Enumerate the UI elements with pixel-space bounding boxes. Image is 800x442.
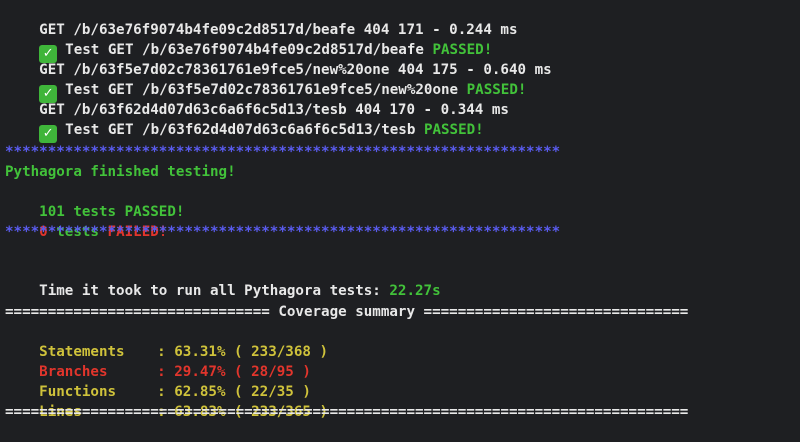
coverage-row-functions: Functions: 62.85% ( 22/35 )	[5, 362, 311, 400]
separator-line: ****************************************…	[5, 224, 561, 240]
timing-label: Time it took to run all Pythagora tests:	[39, 283, 381, 299]
timing-value: 22.27s	[389, 283, 441, 299]
coverage-row-statements: Statements: 63.31% ( 233/368 )	[5, 322, 328, 360]
terminal-window: GET /b/63e76f9074b4fe09c2d8517d/beafe 40…	[0, 0, 800, 421]
coverage-footer: ========================================…	[5, 404, 689, 420]
test-name: Test GET /b/63f62d4d07d63c6a6f6c5d13/tes…	[65, 122, 416, 138]
passed-summary: 101 tests PASSED!	[5, 182, 184, 220]
coverage-row-branches: Branches: 29.47% ( 28/95 )	[5, 342, 311, 380]
coverage-row-lines: Lines: 63.83% ( 233/365 )	[5, 382, 328, 420]
timing-line: Time it took to run all Pythagora tests:…	[5, 261, 440, 299]
test-result-line: ✓ Test GET /b/63f62d4d07d63c6a6f6c5d13/te…	[5, 100, 484, 143]
check-mark-icon: ✓	[39, 125, 58, 143]
failed-summary: 0 tests FAILED!	[5, 202, 167, 240]
passed-status: PASSED!	[423, 122, 484, 138]
log-line: GET /b/63e76f9074b4fe09c2d8517d/beafe 40…	[5, 0, 517, 38]
log-line: GET /b/63f62d4d07d63c6a6f6c5d13/tesb 404…	[5, 80, 509, 118]
separator-line: ****************************************…	[5, 144, 561, 160]
test-result-line: ✓ Test GET /b/63e76f9074b4fe09c2d8517d/be…	[5, 20, 492, 63]
log-line: GET /b/63f5e7d02c78361761e9fce5/new%20on…	[5, 40, 552, 78]
finished-message: Pythagora finished testing!	[5, 164, 236, 180]
test-result-line: ✓ Test GET /b/63f5e7d02c78361761e9fce5/ne…	[5, 60, 526, 103]
coverage-header: =============================== Coverage…	[5, 304, 689, 320]
